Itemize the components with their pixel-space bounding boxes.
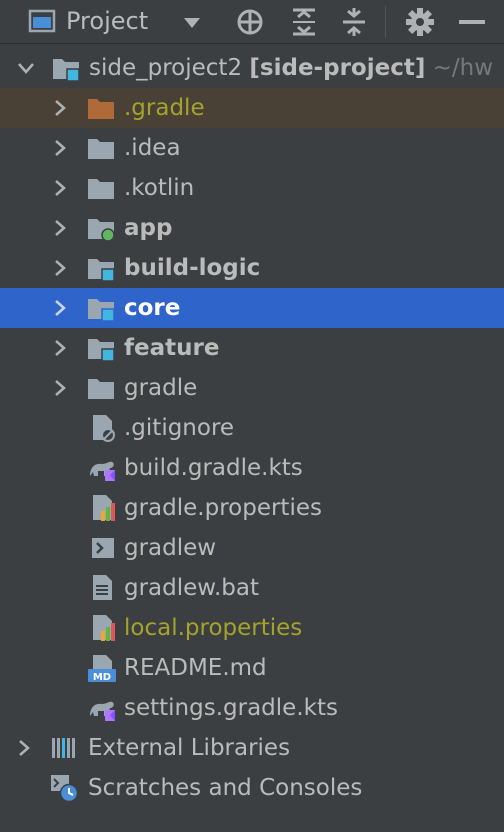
- text-file-icon: [93, 575, 112, 600]
- tree-item-app[interactable]: app: [0, 208, 504, 248]
- tree-item-dot-gradle[interactable]: .gradle: [0, 88, 504, 128]
- tree-item-label: Scratches and Consoles: [88, 775, 363, 801]
- root-label: side_project2 [side-project] ~/hw: [89, 52, 493, 84]
- tree-item-label: gradlew: [124, 535, 217, 561]
- tree-item-local-properties[interactable]: local.properties: [0, 608, 504, 648]
- collapse-all-icon: [343, 8, 365, 36]
- scratches-icon: [51, 775, 78, 802]
- tree-item-feature[interactable]: feature: [0, 328, 504, 368]
- tree-item-build-logic[interactable]: build-logic: [0, 248, 504, 288]
- folder-orange-icon: [88, 99, 114, 119]
- properties-file-icon: [93, 615, 115, 641]
- properties-file-icon: [93, 495, 115, 521]
- chevron-right-icon[interactable]: [50, 378, 70, 398]
- chevron-right-icon[interactable]: [50, 338, 70, 358]
- tree-item-dot-idea[interactable]: .idea: [0, 128, 504, 168]
- tree-item-gradlew[interactable]: gradlew: [0, 528, 504, 568]
- chevron-right-icon[interactable]: [50, 258, 70, 278]
- shell-script-icon: [92, 538, 114, 558]
- tree-item-settings-gradle-kts[interactable]: settings.gradle.kts: [0, 688, 504, 728]
- expand-all-icon: [293, 8, 315, 36]
- module-folder-icon: [53, 59, 80, 82]
- chevron-right-icon[interactable]: [50, 138, 70, 158]
- root-path: ~/hw: [432, 55, 494, 81]
- folder-icon: [88, 139, 114, 159]
- app-module-folder-icon: [88, 219, 115, 242]
- project-window-icon: [28, 9, 56, 33]
- chevron-down-icon: [184, 18, 200, 28]
- gear-icon: [406, 8, 434, 36]
- tree-item-label: README.md: [124, 655, 267, 681]
- module-folder-icon: [88, 339, 115, 362]
- tree-item-gradle[interactable]: gradle: [0, 368, 504, 408]
- tree-item-build-gradle-kts[interactable]: build.gradle.kts: [0, 448, 504, 488]
- tree-item-label: settings.gradle.kts: [124, 695, 338, 721]
- tree-item-label: build.gradle.kts: [124, 455, 303, 481]
- libraries-icon: [52, 738, 75, 758]
- chevron-right-icon[interactable]: [50, 178, 70, 198]
- tree-item-scratches-and-consoles[interactable]: Scratches and Consoles: [0, 768, 504, 808]
- tree-item-gradle-properties[interactable]: gradle.properties: [0, 488, 504, 528]
- folder-icon: [88, 179, 114, 199]
- tree-item-label: feature: [124, 335, 220, 361]
- tree-item-label: core: [124, 295, 181, 321]
- ignored-file-icon: [93, 415, 115, 442]
- svg-text:MD: MD: [93, 672, 111, 682]
- root-name: side_project2: [89, 55, 243, 81]
- gradle-kotlin-icon: [90, 461, 115, 481]
- tree-item-gitignore[interactable]: .gitignore: [0, 408, 504, 448]
- root-module-tag: [side-project]: [249, 55, 426, 81]
- locate-icon: [237, 9, 263, 35]
- chevron-right-icon[interactable]: [14, 738, 34, 758]
- toolbar-separator: [385, 6, 386, 38]
- tree-item-label: .gradle: [124, 95, 205, 121]
- tree-item-dot-kotlin[interactable]: .kotlin: [0, 168, 504, 208]
- tree-item-gradlew-bat[interactable]: gradlew.bat: [0, 568, 504, 608]
- minimize-icon: [459, 20, 485, 24]
- project-toolbar: Project: [0, 0, 504, 44]
- module-folder-icon: [88, 259, 115, 282]
- options-button[interactable]: [402, 0, 438, 44]
- module-folder-icon: [88, 299, 115, 322]
- tree-item-label: External Libraries: [88, 735, 291, 761]
- chevron-right-icon[interactable]: [50, 298, 70, 318]
- gradle-kotlin-icon: [90, 701, 115, 721]
- tree-item-label: gradle: [124, 375, 198, 401]
- chevron-right-icon[interactable]: [50, 218, 70, 238]
- tree-root[interactable]: side_project2 [side-project] ~/hw: [0, 48, 504, 88]
- tree-item-core[interactable]: core: [0, 288, 504, 328]
- hide-panel-button[interactable]: [454, 0, 490, 44]
- chevron-down-icon[interactable]: [16, 58, 36, 78]
- tree-item-label: app: [124, 215, 173, 241]
- project-view-selector[interactable]: Project: [20, 0, 210, 44]
- tree-item-label: .gitignore: [124, 415, 235, 441]
- markdown-file-icon: MD: [88, 655, 116, 682]
- folder-icon: [88, 379, 114, 399]
- tree-item-external-libraries[interactable]: External Libraries: [0, 728, 504, 768]
- collapse-all-button[interactable]: [336, 0, 372, 44]
- tree-item-label: local.properties: [124, 615, 303, 641]
- tree-item-readme[interactable]: MD README.md: [0, 648, 504, 688]
- locate-file-button[interactable]: [232, 0, 268, 44]
- tree-item-label: build-logic: [124, 255, 261, 281]
- project-view-title: Project: [66, 7, 149, 35]
- tree-item-label: .kotlin: [124, 175, 195, 201]
- tree-item-label: gradlew.bat: [124, 575, 260, 601]
- tree-item-label: .idea: [124, 135, 181, 161]
- tree-item-label: gradle.properties: [124, 495, 322, 521]
- expand-all-button[interactable]: [286, 0, 322, 44]
- chevron-right-icon[interactable]: [50, 98, 70, 118]
